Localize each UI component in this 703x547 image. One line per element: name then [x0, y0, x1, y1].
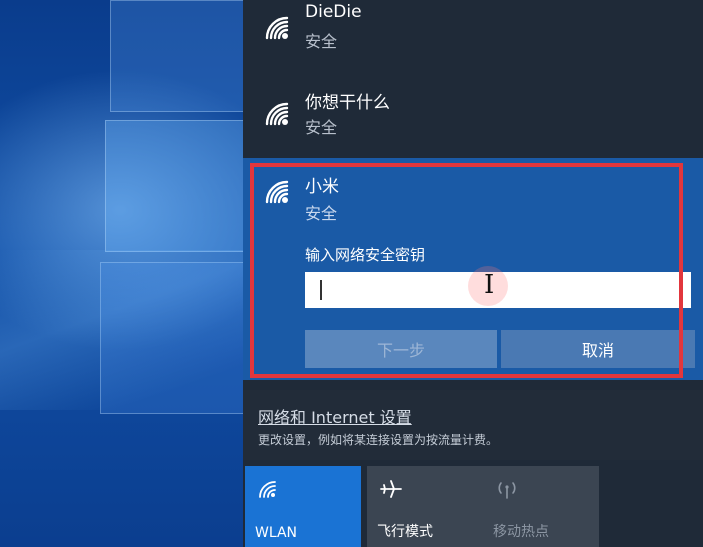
cancel-button[interactable]: 取消: [501, 330, 695, 368]
network-settings-link[interactable]: 网络和 Internet 设置: [258, 404, 412, 428]
network-item-xiaomi[interactable]: 小米 安全 输入网络安全密钥 I 下一步 取消: [243, 158, 703, 380]
wifi-signal-icon: [265, 102, 289, 126]
tile-label: 飞行模式: [377, 524, 433, 540]
wallpaper-window-pane: [105, 120, 247, 252]
network-item-diedie[interactable]: DieDie 安全: [243, 0, 703, 86]
network-settings-description: 更改设置，例如将某连接设置为按流量计费。: [258, 433, 499, 447]
tile-label: 移动热点: [493, 524, 549, 540]
wallpaper-light-beam: [0, 250, 260, 410]
network-status: 安全: [305, 32, 338, 51]
network-settings-section: 网络和 Internet 设置 更改设置，例如将某连接设置为按流量计费。: [243, 390, 703, 460]
wifi-signal-icon: [265, 180, 289, 204]
wifi-icon: [259, 481, 276, 498]
network-name: 你想干什么: [305, 93, 390, 113]
tile-label: WLAN: [255, 525, 298, 541]
network-name: 小米: [305, 177, 339, 197]
network-flyout: DieDie 安全 你想干什么 安全 小米 安全 输入网络安全密钥 I 下一步 …: [243, 0, 703, 547]
network-status: 安全: [305, 204, 338, 223]
wallpaper-window-pane: [110, 0, 252, 112]
text-caret: [320, 280, 322, 300]
network-status: 安全: [305, 118, 338, 137]
hotspot-icon: [498, 482, 516, 499]
next-button[interactable]: 下一步: [305, 330, 497, 368]
network-name: DieDie: [305, 2, 362, 22]
security-key-label: 输入网络安全密钥: [305, 246, 426, 264]
mobile-hotspot-tile[interactable]: 移动热点: [483, 466, 599, 547]
airplane-mode-tile[interactable]: 飞行模式: [367, 466, 483, 547]
wlan-toggle-tile[interactable]: WLAN: [245, 466, 361, 547]
ibeam-cursor-icon: I: [484, 270, 495, 300]
airplane-icon: [380, 480, 402, 498]
wifi-signal-icon: [265, 16, 289, 40]
